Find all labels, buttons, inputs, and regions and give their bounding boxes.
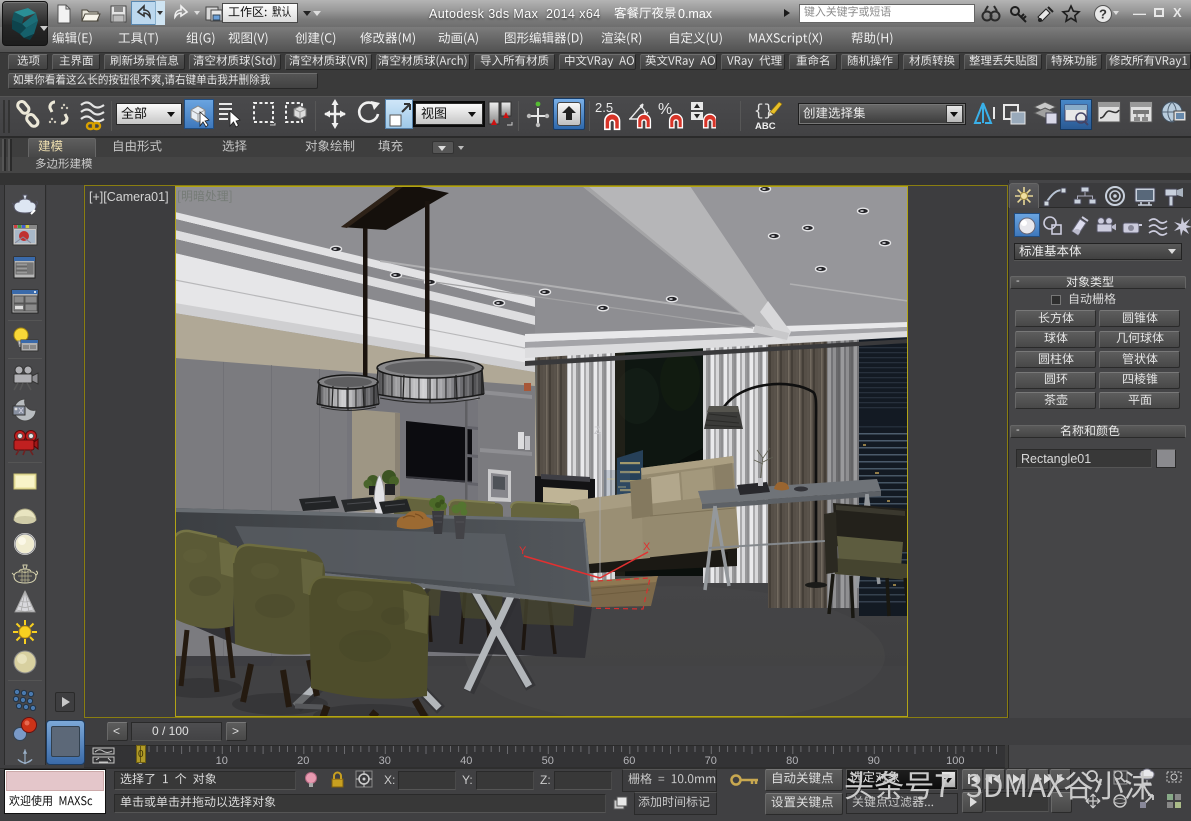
svg-text:70: 70 <box>705 755 717 767</box>
svg-text:ABC: ABC <box>755 121 776 132</box>
svg-text:20: 20 <box>297 755 309 767</box>
svg-text:90: 90 <box>868 755 880 767</box>
svg-text:100: 100 <box>946 755 964 767</box>
svg-text:{}: {} <box>754 102 773 120</box>
svg-text:10: 10 <box>216 755 228 767</box>
svg-text:X: X <box>643 541 651 553</box>
svg-text:40: 40 <box>460 755 472 767</box>
svg-text:80: 80 <box>786 755 798 767</box>
svg-text:%: % <box>658 101 672 118</box>
svg-text:50: 50 <box>542 755 554 767</box>
svg-text:30: 30 <box>379 755 391 767</box>
svg-text:?: ? <box>1099 7 1107 22</box>
svg-text:Z: Z <box>594 425 601 437</box>
svg-text:60: 60 <box>623 755 635 767</box>
svg-text:Y: Y <box>519 545 527 557</box>
svg-text:2.5: 2.5 <box>595 100 613 115</box>
